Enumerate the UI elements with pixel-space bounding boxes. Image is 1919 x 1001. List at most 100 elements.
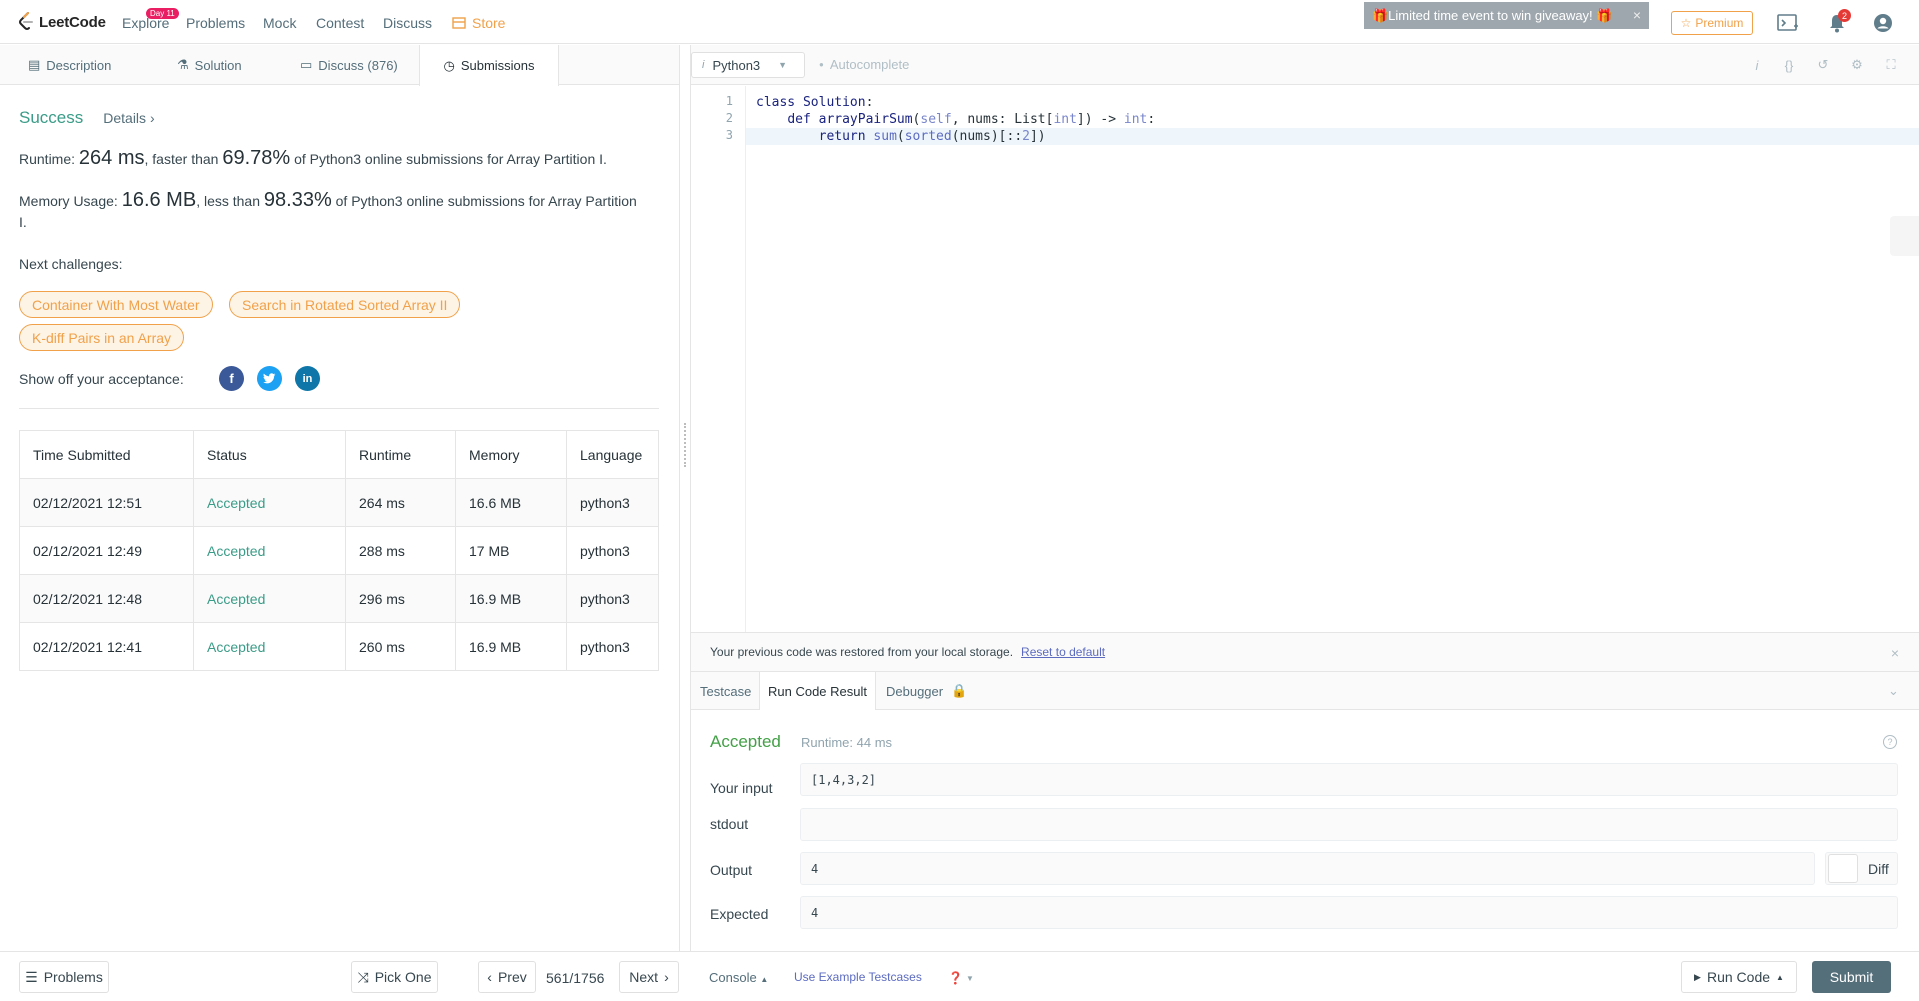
prev-label: Prev — [497, 969, 527, 985]
nav-mock[interactable]: Mock — [263, 15, 296, 31]
nav-discuss[interactable]: Discuss — [383, 15, 432, 31]
code-line: class Solution: — [756, 95, 874, 110]
submissions-table: Time Submitted Status Runtime Memory Lan… — [19, 430, 659, 671]
tab-discuss[interactable]: ▭ Discuss (876) — [300, 45, 398, 85]
pick-one-button[interactable]: ⤨ Pick One — [351, 961, 438, 993]
column-header[interactable]: Memory — [455, 430, 567, 479]
console-toggle[interactable]: Console ▲ — [709, 970, 768, 985]
next-label: Next — [629, 969, 659, 985]
braces-icon[interactable]: {} — [1780, 56, 1798, 74]
memory-prefix: Memory Usage: — [19, 193, 122, 209]
status-link[interactable]: Accepted — [193, 574, 346, 623]
diff-label: Diff — [1868, 860, 1889, 877]
lock-icon: 🔒 — [951, 683, 968, 698]
problems-list-button[interactable]: ☰ Problems — [19, 961, 109, 993]
reset-to-default-link[interactable]: Reset to default — [1021, 645, 1105, 659]
status-link[interactable]: Accepted — [193, 622, 346, 671]
runtime-cell: 288 ms — [345, 526, 456, 575]
runtime-value: 264 ms — [78, 147, 145, 169]
language-cell: python3 — [566, 574, 659, 623]
code-line: return sum(sorted(nums)[::2]) — [746, 128, 1919, 145]
tab-run-code-result[interactable]: Run Code Result — [759, 672, 876, 711]
column-header[interactable]: Language — [566, 430, 659, 479]
autocomplete-toggle[interactable]: ● Autocomplete — [819, 57, 909, 72]
side-tab-handle[interactable] — [1890, 216, 1919, 256]
line-number: 3 — [725, 128, 733, 142]
chevron-left-icon: ‹ — [487, 969, 492, 985]
panel-resize-handle[interactable] — [679, 45, 691, 951]
tab-description-label: Description — [46, 57, 112, 73]
diff-switch[interactable] — [1828, 854, 1858, 883]
expected-label: Expected — [710, 906, 769, 922]
table-row: 02/12/2021 12:41 Accepted 260 ms 16.9 MB… — [19, 622, 659, 671]
chevron-down-icon[interactable]: ⌄ — [1888, 672, 1899, 710]
close-icon[interactable]: × — [1633, 7, 1641, 23]
memory-cell: 16.9 MB — [455, 574, 567, 623]
challenge-chip[interactable]: Container With Most Water — [19, 291, 213, 318]
settings-icon[interactable]: ⚙ — [1848, 56, 1866, 74]
prev-button[interactable]: ‹ Prev — [478, 961, 536, 993]
playground-icon[interactable] — [1777, 12, 1799, 34]
notice-text: Your previous code was restored from you… — [710, 645, 1014, 659]
tab-debugger[interactable]: Debugger 🔒 — [886, 672, 967, 710]
details-link[interactable]: Details › — [103, 110, 154, 126]
next-button[interactable]: Next › — [619, 961, 679, 993]
status-link[interactable]: Accepted — [193, 478, 346, 527]
info-icon[interactable]: i — [1748, 56, 1766, 74]
input-label: Your input — [710, 780, 773, 796]
success-status: Success — [19, 108, 84, 127]
problems-button-label: Problems — [43, 969, 103, 985]
code-editor[interactable]: 1 2 3 class Solution: def arrayPairSum(s… — [691, 86, 1919, 632]
star-icon: ☆ — [1680, 16, 1692, 30]
status-link[interactable]: Accepted — [193, 526, 346, 575]
challenge-chip[interactable]: K-diff Pairs in an Array — [19, 324, 185, 351]
tab-description[interactable]: ▤ Description — [28, 45, 111, 85]
linkedin-icon[interactable]: in — [295, 366, 320, 391]
runtime-suffix: of Python3 online submissions for Array … — [290, 151, 607, 167]
editor-toolbar: i Python3 ▼ ● Autocomplete i {} ↺ ⚙ ⛶ — [691, 45, 1919, 85]
memory-cell: 16.6 MB — [455, 478, 567, 527]
help-icon[interactable]: ? — [1883, 735, 1897, 749]
tab-testcase[interactable]: Testcase — [700, 672, 751, 710]
explore-day-badge: Day 11 — [146, 8, 179, 19]
close-icon[interactable]: × — [1891, 645, 1899, 661]
diff-toggle[interactable]: Diff — [1825, 852, 1898, 885]
premium-button[interactable]: ☆ Premium — [1671, 11, 1753, 35]
user-avatar-icon[interactable] — [1872, 12, 1894, 34]
info-icon: i — [702, 59, 705, 71]
tab-submissions[interactable]: ◷ Submissions — [419, 45, 559, 86]
giveaway-promo-banner[interactable]: 🎁Limited time event to win giveaway! 🎁 × — [1364, 2, 1649, 29]
facebook-icon[interactable]: f — [219, 366, 244, 391]
help-dropdown[interactable]: ❓ ▼ — [948, 971, 974, 985]
notification-count-badge: 2 — [1838, 9, 1851, 22]
column-header[interactable]: Status — [193, 430, 346, 479]
nav-store[interactable]: Store — [452, 15, 505, 31]
runtime-prefix: Runtime: — [19, 151, 79, 167]
line-number-gutter: 1 2 3 — [691, 86, 746, 632]
run-code-button[interactable]: ▶ Run Code ▲ — [1681, 961, 1797, 993]
play-icon: ▶ — [1694, 971, 1701, 982]
problem-counter: 561/1756 — [546, 970, 605, 986]
fullscreen-icon[interactable]: ⛶ — [1882, 56, 1900, 74]
nav-contest[interactable]: Contest — [316, 15, 364, 31]
tab-solution[interactable]: ⚗ Solution — [177, 45, 242, 85]
nav-problems[interactable]: Problems — [186, 15, 245, 31]
use-example-testcases-link[interactable]: Use Example Testcases — [794, 970, 922, 984]
column-header[interactable]: Time Submitted — [19, 430, 194, 479]
submit-button[interactable]: Submit — [1812, 961, 1891, 993]
notifications-bell-icon[interactable]: 2 — [1826, 9, 1851, 34]
leetcode-logo-icon — [19, 12, 33, 30]
language-select[interactable]: i Python3 ▼ — [691, 52, 805, 78]
column-header[interactable]: Runtime — [345, 430, 456, 479]
shuffle-icon: ⤨ — [357, 968, 369, 985]
comment-icon: ▭ — [300, 57, 313, 72]
twitter-icon[interactable] — [257, 366, 282, 391]
problem-tabs: ▤ Description ⚗ Solution ▭ Discuss (876)… — [0, 45, 679, 86]
top-navigation: LeetCode Explore Day 11 Problems Mock Co… — [0, 0, 1919, 44]
runtime-stat: Runtime: 264 ms, faster than 69.78% of P… — [19, 148, 639, 170]
status-row: Success Details › — [19, 108, 155, 128]
reset-icon[interactable]: ↺ — [1814, 56, 1832, 74]
leetcode-logo[interactable]: LeetCode — [18, 11, 106, 33]
challenge-chip[interactable]: Search in Rotated Sorted Array II — [229, 291, 461, 318]
tab-discuss-label: Discuss (876) — [318, 57, 398, 73]
